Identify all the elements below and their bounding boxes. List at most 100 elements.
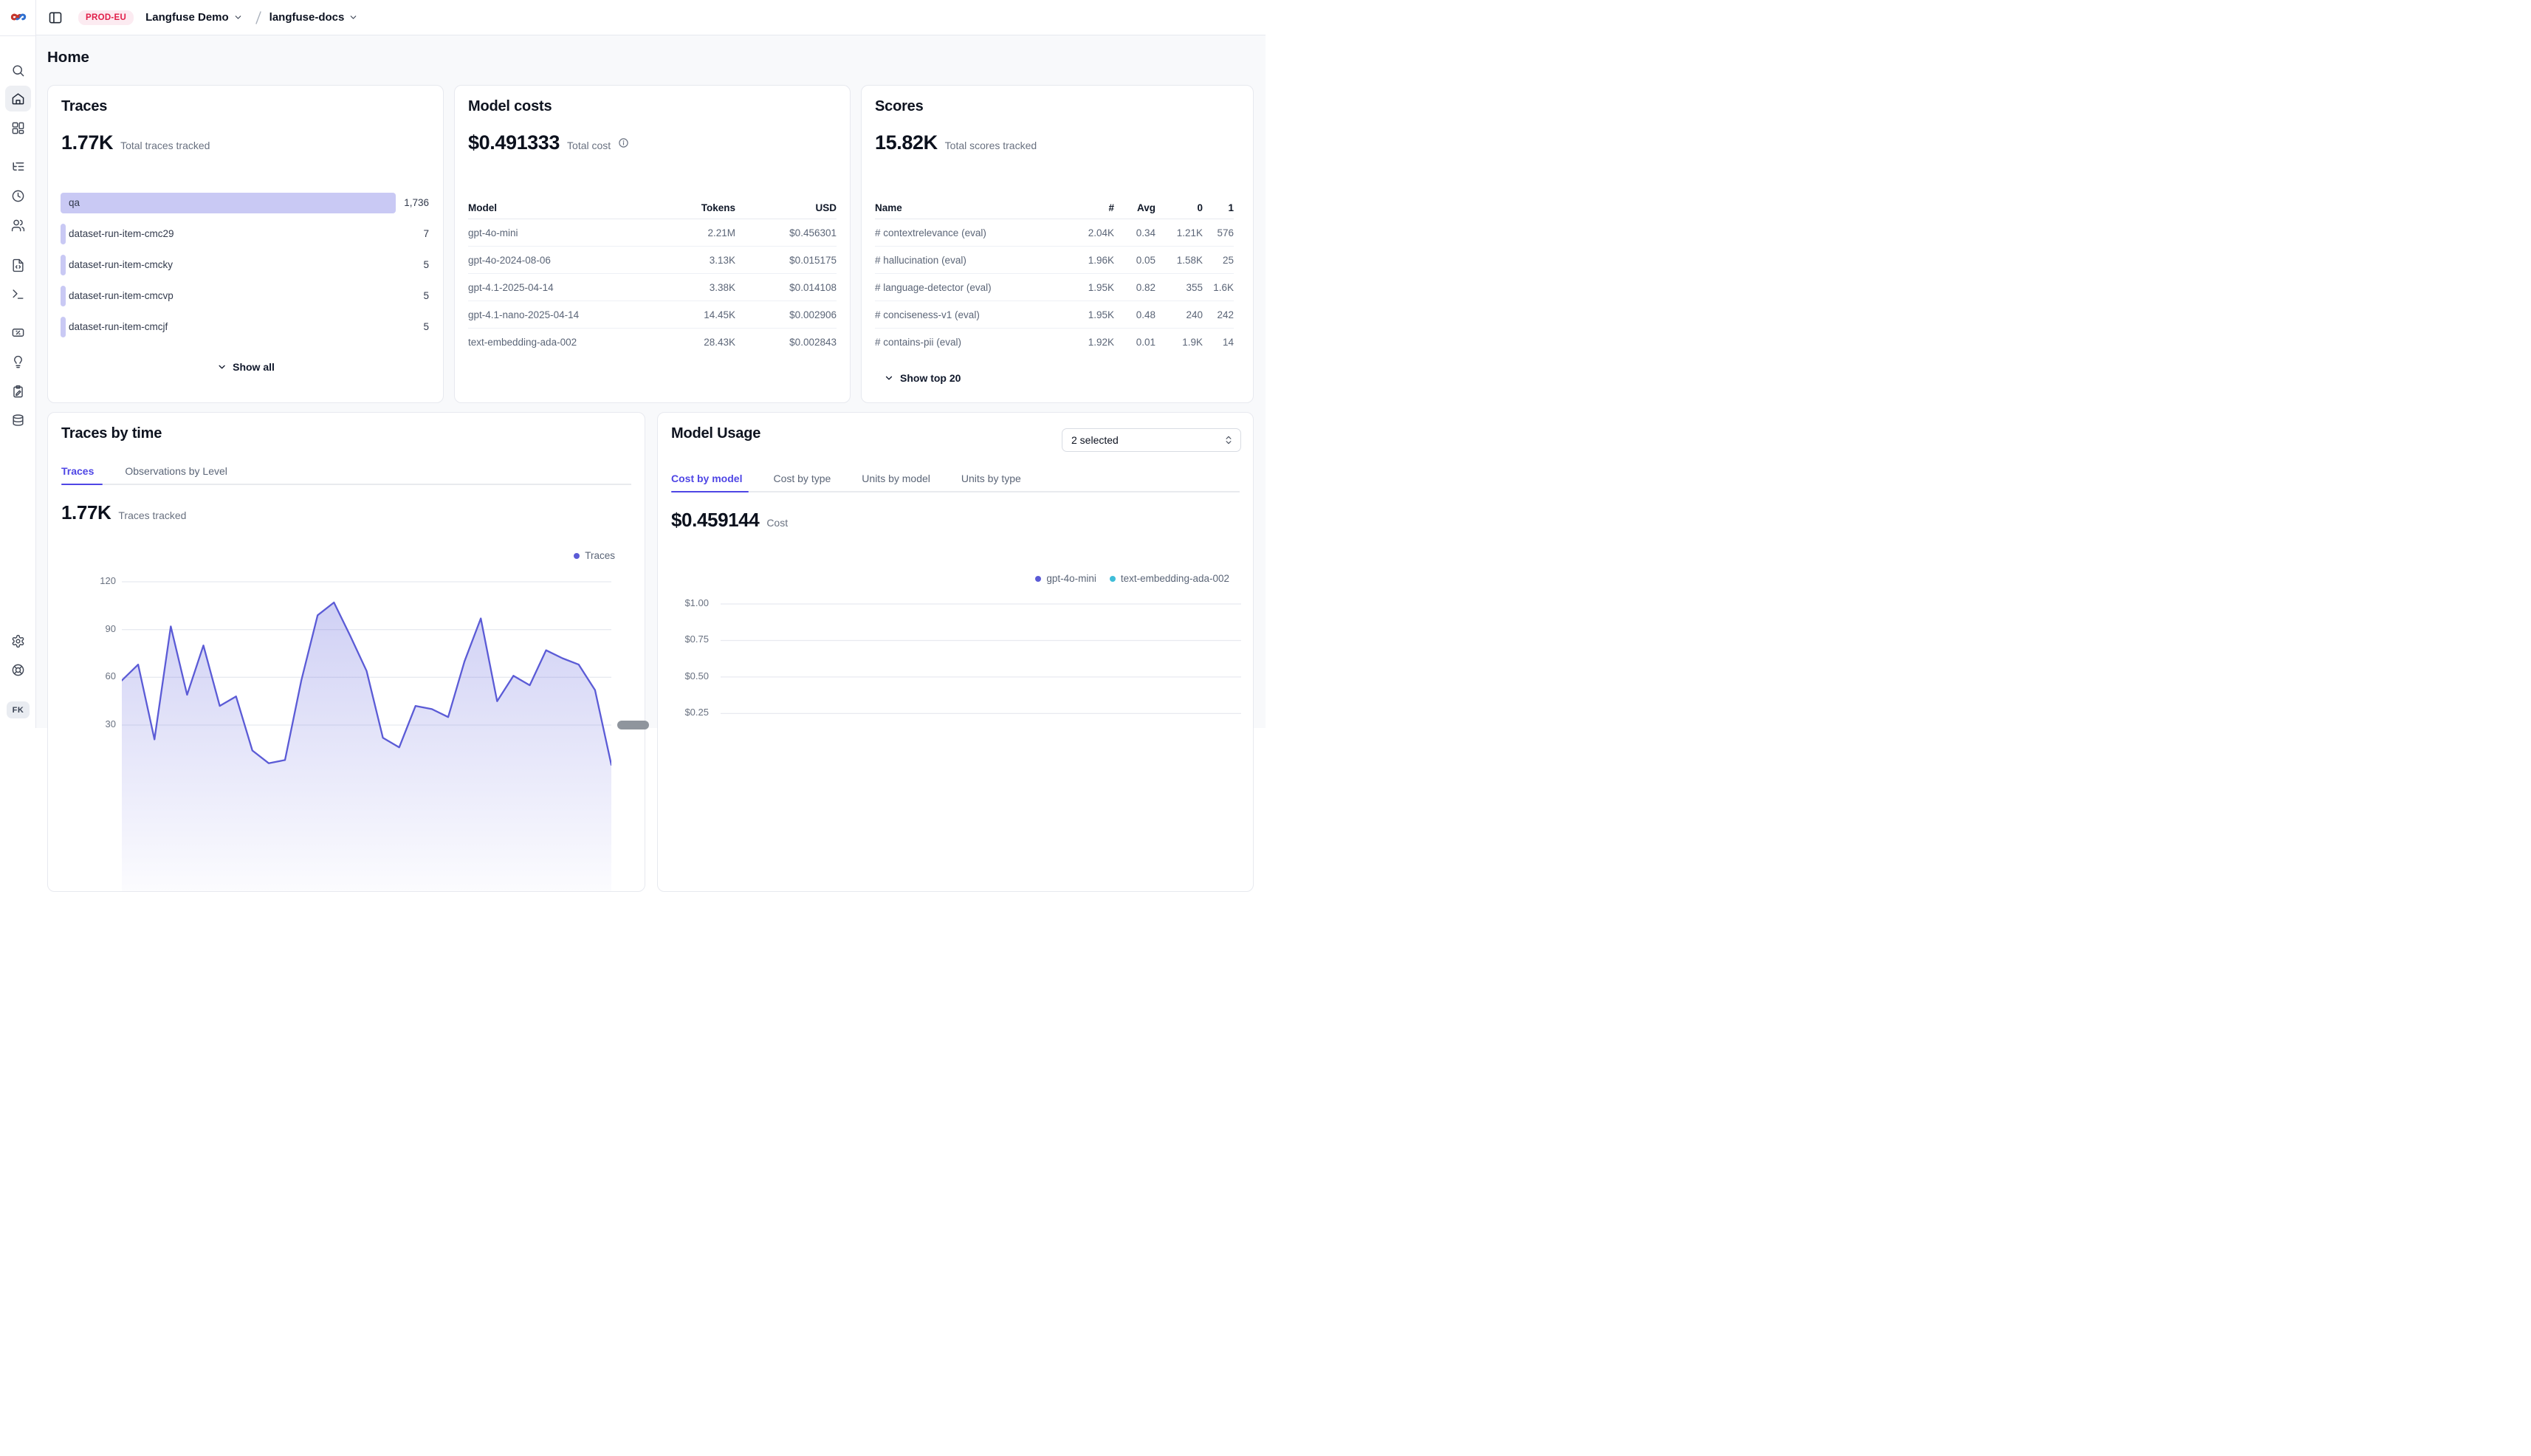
tab-underline-track [671,491,1240,492]
total-cost-label: Total cost [567,140,611,151]
sidebar-item-datasets[interactable] [5,408,31,433]
horizontal-scrollbar-thumb[interactable] [617,721,649,729]
tab-units-by-model[interactable]: Units by model [862,473,930,484]
trace-name: dataset-run-item-cmcjf [69,317,168,337]
legend-dot [574,553,580,559]
tab-units-by-type[interactable]: Units by type [961,473,1021,484]
trace-list-row: dataset-run-item-cmc29 7 [61,224,429,244]
chevron-down-icon [884,373,894,383]
total-cost-metric: $0.491333 [468,131,560,154]
trace-name: dataset-run-item-cmc29 [69,224,174,244]
show-all-button[interactable]: Show all [216,361,275,373]
trace-bar [61,255,66,275]
trace-list-row: dataset-run-item-cmcvp 5 [61,286,429,306]
tab-observations-by-level[interactable]: Observations by Level [125,465,227,477]
traces-total-metric: 1.77K [61,131,113,154]
tab-traces[interactable]: Traces [61,465,94,477]
search-icon [11,63,25,78]
trace-list-row: dataset-run-item-cmcky 5 [61,255,429,275]
trace-bar [61,224,66,244]
sidebar-toggle-button[interactable] [46,8,65,27]
legend-item-text-embedding-ada-002: text-embedding-ada-002 [1110,573,1229,584]
user-avatar[interactable]: FK [7,701,30,718]
info-icon[interactable] [618,137,629,148]
model-select-value: 2 selected [1071,434,1119,446]
breadcrumb-org[interactable]: Langfuse Demo [145,11,229,24]
sidebar-item-insights[interactable] [5,349,31,375]
model-usage-tabs: Cost by model Cost by type Units by mode… [671,473,1021,484]
trace-name: dataset-run-item-cmcvp [69,286,174,306]
model-usage-card: Model Usage 2 selected Cost by model Cos… [657,412,1254,892]
table-row: # conciseness-v1 (eval)1.95K0.48240242 [875,301,1234,329]
trace-count: 5 [423,255,429,275]
tab-cost-by-type[interactable]: Cost by type [773,473,831,484]
trace-count: 5 [423,286,429,306]
dashboard-grid-icon [11,121,25,135]
traces-tracked-metric: 1.77K [61,501,111,524]
sidebar-item-dashboards[interactable] [5,115,31,141]
terminal-icon [11,287,25,301]
tab-active-underline [671,491,749,493]
trace-bar [61,317,66,337]
tab-cost-by-model[interactable]: Cost by model [671,473,742,484]
total-scores-metric: 15.82K [875,131,938,154]
show-top-20-button[interactable]: Show top 20 [884,372,961,384]
chevron-down-icon[interactable] [348,13,358,22]
trace-count: 1,736 [404,193,429,213]
trace-name: dataset-run-item-cmcky [69,255,173,275]
card-title: Model costs [468,98,552,115]
scores-table: Name # Avg 0 1 # contextrelevance (eval)… [875,196,1240,356]
table-row: # contains-pii (eval)1.92K0.011.9K14 [875,329,1234,356]
chevron-down-icon[interactable] [233,13,243,22]
traces-by-time-card: Traces by time Traces Observations by Le… [47,412,645,892]
gear-icon [11,634,25,648]
langfuse-logo-icon[interactable] [10,8,27,26]
table-row: gpt-4.1-2025-04-14 3.38K $0.014108 [468,274,837,301]
traces-by-time-chart [122,560,611,892]
table-row: # hallucination (eval)1.96K0.051.58K25 [875,247,1234,274]
traces-by-time-tabs: Traces Observations by Level [61,465,227,477]
table-row: gpt-4.1-nano-2025-04-14 14.45K $0.002906 [468,301,837,329]
card-title: Model Usage [671,425,760,442]
sidebar-item-support[interactable] [5,657,31,683]
trace-name: qa [69,193,80,213]
table-row: # language-detector (eval)1.95K0.823551.… [875,274,1234,301]
home-icon [11,92,25,106]
sidebar-item-sessions[interactable] [5,183,31,209]
traces-card: Traces 1.77K Total traces tracked qa 1,7… [47,85,444,403]
trace-list-row: dataset-run-item-cmcjf 5 [61,317,429,337]
panel-left-icon [48,10,63,25]
page-title: Home [47,49,89,66]
table-row: text-embedding-ada-002 28.43K $0.002843 [468,329,837,356]
usage-chart-y-axis: $0.25$0.50$0.75$1.00 [671,597,709,789]
usage-cost-metric: $0.459144 [671,509,759,532]
list-tree-icon [11,159,25,174]
table-row: # contextrelevance (eval)2.04K0.341.21K5… [875,219,1234,247]
sidebar-item-tracing[interactable] [5,154,31,179]
table-header: Model Tokens USD [468,196,837,219]
chart-legend: Traces [574,550,615,561]
sidebar-item-settings[interactable] [5,628,31,654]
model-costs-table: Model Tokens USD gpt-4o-mini 2.21M $0.45… [468,196,837,356]
scores-card: Scores 15.82K Total scores tracked Name … [861,85,1254,403]
sidebar-item-annotation[interactable] [5,379,31,405]
lifebuoy-icon [11,663,25,677]
file-braces-icon [11,258,25,272]
sidebar-item-prompts[interactable] [5,253,31,278]
sidebar-item-search[interactable] [5,58,31,83]
sidebar-item-users[interactable] [5,213,31,238]
chevron-down-icon [216,362,227,372]
card-title: Traces [61,98,107,115]
table-row: gpt-4o-2024-08-06 3.13K $0.015175 [468,247,837,274]
legend-item-gpt-4o-mini: gpt-4o-mini [1035,573,1096,584]
usage-cost-label: Cost [766,517,788,529]
breadcrumb-separator [252,10,265,26]
sidebar-item-home[interactable] [5,86,31,111]
sidebar-item-playground[interactable] [5,281,31,307]
model-select[interactable]: 2 selected [1062,428,1241,452]
traces-tracked-label: Traces tracked [118,509,186,521]
sidebar-item-evaluators[interactable] [5,320,31,346]
sidebar: FK [0,0,36,728]
breadcrumb-project[interactable]: langfuse-docs [269,11,345,24]
lightbulb-icon [11,355,25,369]
